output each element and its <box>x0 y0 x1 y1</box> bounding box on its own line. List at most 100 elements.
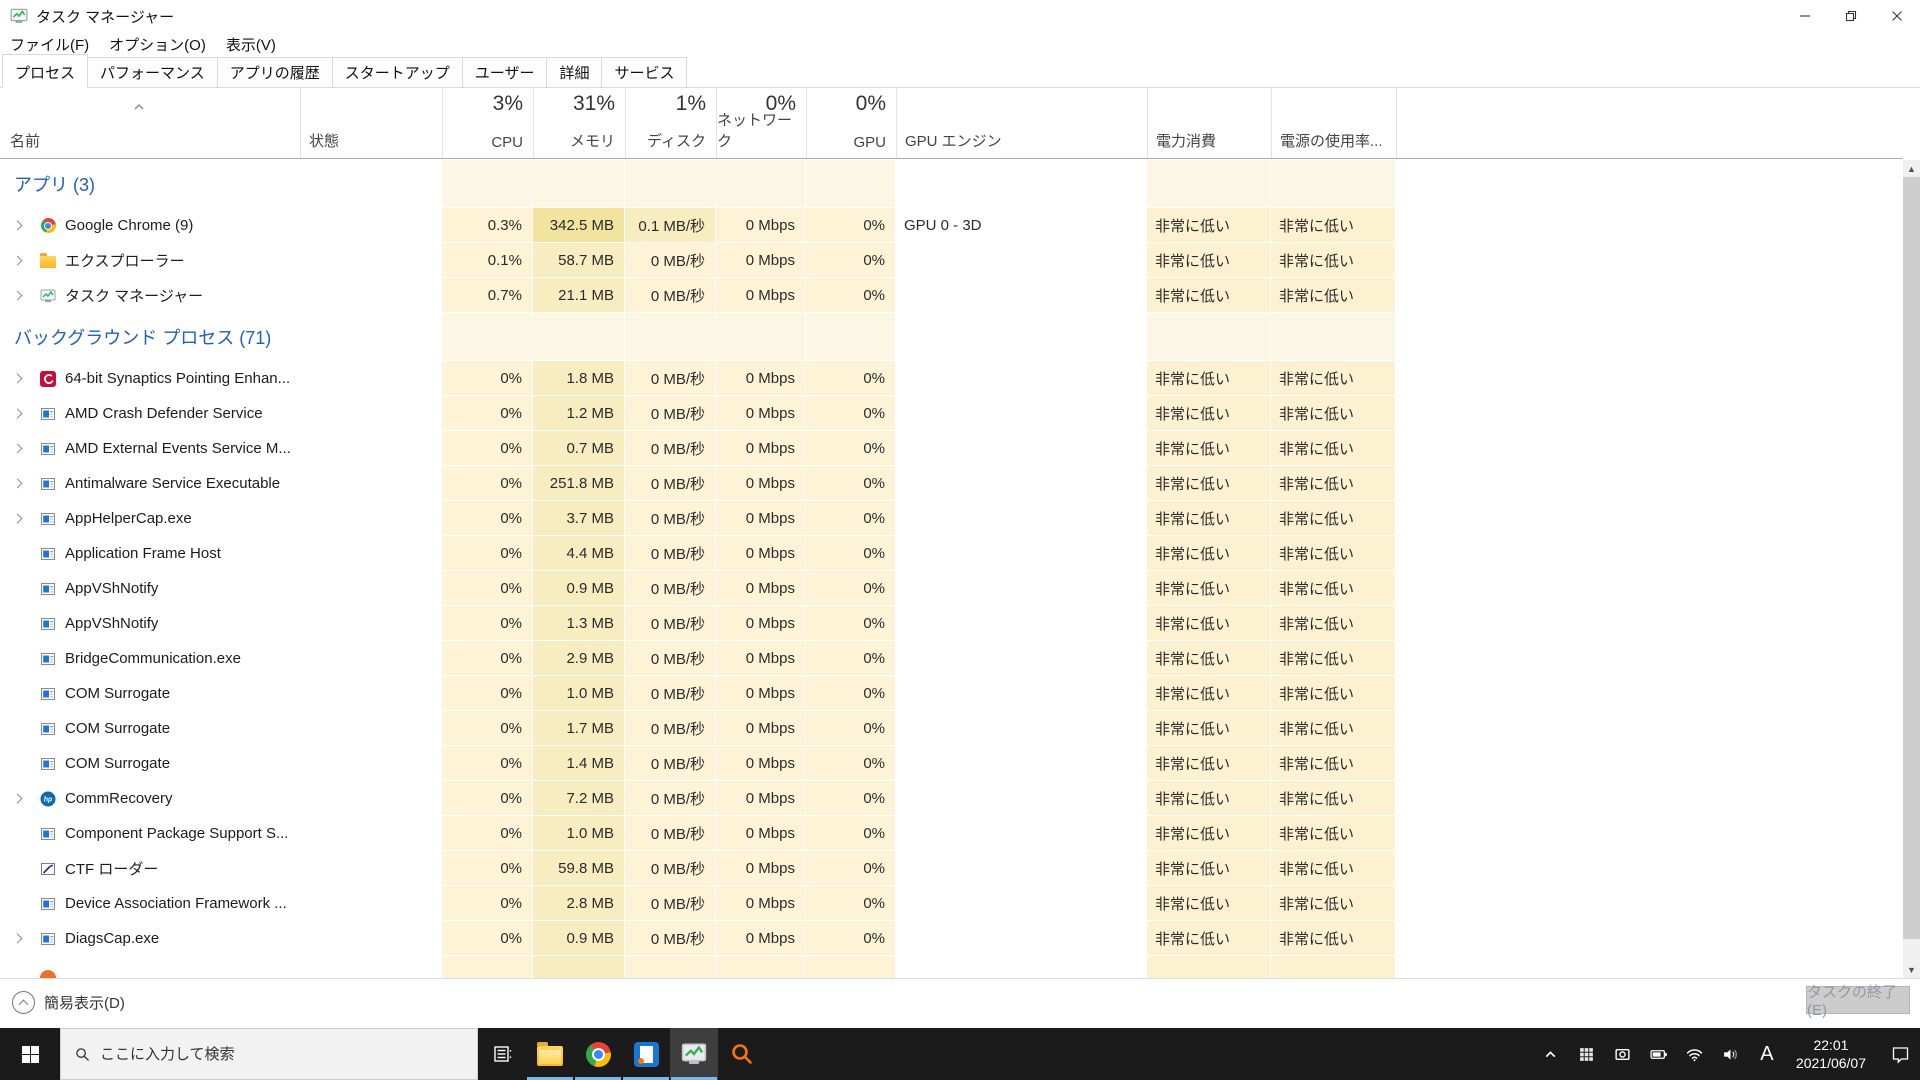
restore-button[interactable] <box>1828 0 1874 32</box>
taskbar-file-explorer[interactable] <box>526 1028 574 1080</box>
winapp-icon <box>40 581 56 597</box>
process-row[interactable]: COM Surrogate 0% 1.0 MB 0 MB/秒 0 Mbps 0% 非常に低い… <box>0 676 1903 711</box>
process-row[interactable]: hp CommRecovery 0% 7.2 MB 0 MB/秒 0 Mbps 0% 非常に低… <box>0 781 1903 816</box>
task-view-button[interactable] <box>478 1028 526 1080</box>
column-header-network[interactable]: 0% ネットワーク <box>716 88 806 158</box>
cpu-cell: 0% <box>442 886 533 921</box>
expand-chevron-icon[interactable] <box>12 793 23 804</box>
battery-icon[interactable] <box>1644 1028 1674 1080</box>
menu-options[interactable]: オプション(O) <box>99 34 216 55</box>
taskbar-search-box[interactable] <box>60 1028 478 1080</box>
taskbar-search-app[interactable] <box>718 1028 766 1080</box>
tray-cast-icon[interactable] <box>1608 1028 1638 1080</box>
group-header-row[interactable]: バックグラウンド プロセス (71) <box>0 313 1903 361</box>
column-header-status[interactable]: 状態 <box>300 88 442 158</box>
process-row[interactable]: 64-bit Synaptics Pointing Enhan... 0% 1.8 … <box>0 361 1903 396</box>
process-row[interactable]: AppVShNotify 0% 0.9 MB 0 MB/秒 0 Mbps 0% 非常に低い非… <box>0 571 1903 606</box>
expand-chevron-icon[interactable] <box>12 220 23 231</box>
tab-startup[interactable]: スタートアップ <box>331 57 463 88</box>
tab-details[interactable]: 詳細 <box>546 57 603 88</box>
expand-chevron-icon[interactable] <box>12 933 23 944</box>
menu-file[interactable]: ファイル(F) <box>0 34 99 55</box>
tray-grid-icon[interactable] <box>1572 1028 1602 1080</box>
filler-cell <box>1396 746 1903 781</box>
expand-chevron-icon[interactable] <box>12 478 23 489</box>
power-cell: 非常に低い <box>1147 606 1271 641</box>
process-row[interactable]: AppVShNotify 0% 1.3 MB 0 MB/秒 0 Mbps 0% 非常に低い非… <box>0 606 1903 641</box>
expand-chevron-icon[interactable] <box>12 290 23 301</box>
tab-users[interactable]: ユーザー <box>461 57 548 88</box>
start-button[interactable] <box>0 1028 60 1080</box>
search-input[interactable] <box>100 1045 440 1063</box>
scrollbar-up-arrow[interactable]: ▲ <box>1903 160 1920 177</box>
minimize-button[interactable] <box>1782 0 1828 32</box>
end-task-button[interactable]: タスクの終了(E) <box>1806 984 1910 1019</box>
menu-view[interactable]: 表示(V) <box>216 34 286 55</box>
memory-cell <box>533 160 625 208</box>
process-row[interactable]: Application Frame Host 0% 4.4 MB 0 MB/秒 0 Mb… <box>0 536 1903 571</box>
tab-performance[interactable]: パフォーマンス <box>87 57 218 88</box>
wifi-icon[interactable] <box>1680 1028 1710 1080</box>
close-button[interactable] <box>1874 0 1920 32</box>
process-row[interactable]: BridgeCommunication.exe 0% 2.9 MB 0 MB/秒 0 M… <box>0 641 1903 676</box>
process-row[interactable]: Device Association Framework ... 0% 2.8 MB… <box>0 886 1903 921</box>
simple-view-toggle[interactable]: 簡易表示(D) <box>12 991 125 1014</box>
process-row[interactable]: エクスプローラー 0.1% 58.7 MB 0 MB/秒 0 Mbps 0% 非常に低い 非常… <box>0 243 1903 278</box>
tab-services[interactable]: サービス <box>601 57 688 88</box>
process-name: Device Association Framework ... <box>65 895 287 912</box>
column-header-gpu[interactable]: 0% GPU <box>806 88 896 158</box>
tab-processes[interactable]: プロセス <box>2 54 89 88</box>
power-trend-cell: 非常に低い <box>1271 278 1396 313</box>
network-cell: 0 Mbps <box>716 606 806 641</box>
scrollbar-thumb[interactable] <box>1903 177 1920 939</box>
memory-cell: 7.2 MB <box>533 781 625 816</box>
process-row[interactable]: DiagsCap.exe 0% 0.9 MB 0 MB/秒 0 Mbps 0% 非常に低い非… <box>0 921 1903 956</box>
volume-icon[interactable] <box>1716 1028 1746 1080</box>
action-center-button[interactable] <box>1880 1028 1920 1080</box>
taskbar-task-manager[interactable] <box>670 1028 718 1080</box>
process-row[interactable]: AppHelperCap.exe 0% 3.7 MB 0 MB/秒 0 Mbps 0% 非常… <box>0 501 1903 536</box>
process-row[interactable]: COM Surrogate 0% 1.7 MB 0 MB/秒 0 Mbps 0% 非常に低い… <box>0 711 1903 746</box>
process-row[interactable]: CTF ローダー 0% 59.8 MB 0 MB/秒 0 Mbps 0% 非常に低い 非常に低… <box>0 851 1903 886</box>
process-row[interactable]: AMD Crash Defender Service 0% 1.2 MB 0 MB/秒… <box>0 396 1903 431</box>
column-header-power[interactable]: 電力消費 <box>1147 88 1271 158</box>
process-row[interactable]: Component Package Support S... 0% 1.0 MB 0 … <box>0 816 1903 851</box>
column-header-memory[interactable]: 31% メモリ <box>533 88 625 158</box>
folder-icon <box>40 252 56 269</box>
process-row[interactable]: COM Surrogate 0% 1.4 MB 0 MB/秒 0 Mbps 0% 非常に低い… <box>0 746 1903 781</box>
filler-cell <box>1396 313 1903 361</box>
expand-chevron-icon[interactable] <box>12 255 23 266</box>
process-row[interactable]: タスク マネージャー 0.7% 21.1 MB 0 MB/秒 0 Mbps 0% 非常に低い… <box>0 278 1903 313</box>
expand-chevron-icon[interactable] <box>12 443 23 454</box>
hidden-icons-button[interactable] <box>1536 1028 1566 1080</box>
process-row[interactable]: Google Chrome (9) 0.3% 342.5 MB 0.1 MB/秒 0 M… <box>0 208 1903 243</box>
network-cell: 0 Mbps <box>716 361 806 396</box>
scrollbar-down-arrow[interactable]: ▼ <box>1903 961 1920 978</box>
process-row[interactable]: Antimalware Service Executable 0% 251.8 MB… <box>0 466 1903 501</box>
vertical-scrollbar[interactable]: ▲ ▼ <box>1903 160 1920 978</box>
process-row[interactable]: AMD External Events Service M... 0% 0.7 MB… <box>0 431 1903 466</box>
column-header-cpu[interactable]: 3% CPU <box>442 88 533 158</box>
expand-chevron-icon[interactable] <box>12 513 23 524</box>
cpu-cell: 0.3% <box>442 208 533 243</box>
group-header-row[interactable]: アプリ (3) <box>0 160 1903 208</box>
column-header-power-trend[interactable]: 電源の使用率... <box>1271 88 1396 158</box>
column-header-gpu-engine[interactable]: GPU エンジン <box>896 88 1147 158</box>
taskbar-document-app[interactable] <box>622 1028 670 1080</box>
column-header-name[interactable]: 名前 <box>0 88 300 158</box>
expand-chevron-icon[interactable] <box>12 373 23 384</box>
gpu-engine-cell <box>896 466 1147 501</box>
expand-chevron-icon[interactable] <box>12 408 23 419</box>
column-header-disk[interactable]: 1% ディスク <box>625 88 716 158</box>
taskbar-chrome[interactable] <box>574 1028 622 1080</box>
winapp-icon <box>40 511 56 527</box>
gpu-cell: 0% <box>806 571 896 606</box>
status-cell <box>300 466 442 501</box>
network-cell: 0 Mbps <box>716 921 806 956</box>
taskbar-clock[interactable]: 22:01 2021/06/07 <box>1788 1036 1874 1072</box>
memory-cell: 1.8 MB <box>533 361 625 396</box>
ime-mode-indicator[interactable]: A <box>1752 1043 1782 1066</box>
process-row-partial[interactable] <box>0 956 1903 978</box>
status-cell <box>300 816 442 851</box>
tab-app-history[interactable]: アプリの履歴 <box>216 57 333 88</box>
